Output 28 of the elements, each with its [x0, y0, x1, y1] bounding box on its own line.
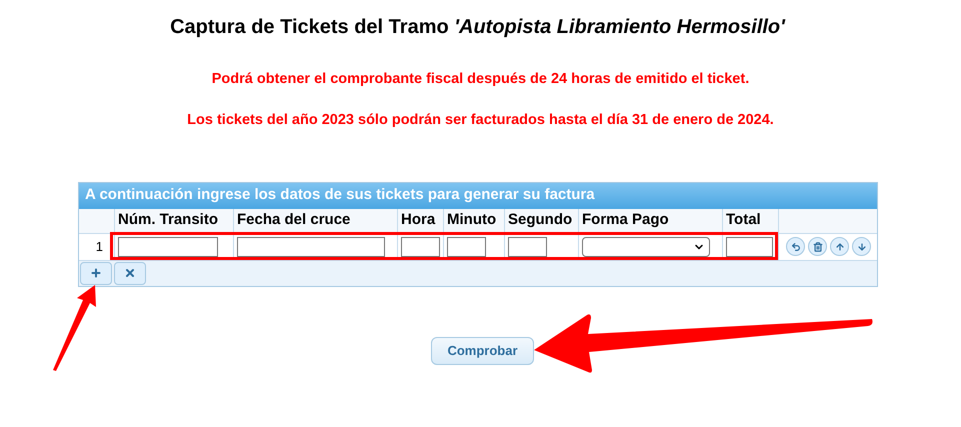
arrow-up-icon[interactable]: [830, 237, 849, 256]
column-header: Núm. Transito: [115, 208, 234, 232]
grid-caption: A continuación ingrese los datos de sus tickets para generar su factura: [79, 182, 877, 208]
column-header: Minuto: [444, 208, 505, 232]
delete-row-button[interactable]: [114, 262, 146, 284]
page-title: Captura de Tickets del Tramo 'Autopista Libramiento Hermosillo': [169, 15, 786, 40]
column-header: Fecha del cruce: [234, 208, 398, 232]
column-header: Segundo: [505, 208, 579, 232]
row-number: 1: [79, 234, 115, 260]
arrow-down-icon[interactable]: [852, 237, 871, 256]
column-header: Hora: [398, 208, 444, 232]
text-input[interactable]: [237, 236, 385, 256]
close-icon: [124, 267, 136, 279]
select-field[interactable]: [582, 236, 710, 256]
text-input[interactable]: [726, 236, 773, 256]
notice-text: Podrá obtener el comprobante fiscal después de 24 horas de emitido el ticket.: [212, 70, 750, 89]
text-input[interactable]: [508, 236, 547, 256]
text-input[interactable]: [447, 236, 486, 256]
text-input[interactable]: [401, 236, 440, 256]
add-row-button[interactable]: [80, 262, 112, 284]
undo-icon[interactable]: [786, 237, 805, 256]
column-header: Forma Pago: [579, 208, 723, 232]
text-input[interactable]: [118, 236, 218, 256]
trash-icon[interactable]: [808, 237, 827, 256]
submit-button[interactable]: Comprobar: [431, 336, 534, 364]
plus-icon: [90, 267, 102, 279]
notice-text: Los tickets del año 2023 sólo podrán ser facturados hasta el día 31 de enero de 2024.: [187, 110, 774, 130]
column-header: Total: [723, 208, 779, 232]
